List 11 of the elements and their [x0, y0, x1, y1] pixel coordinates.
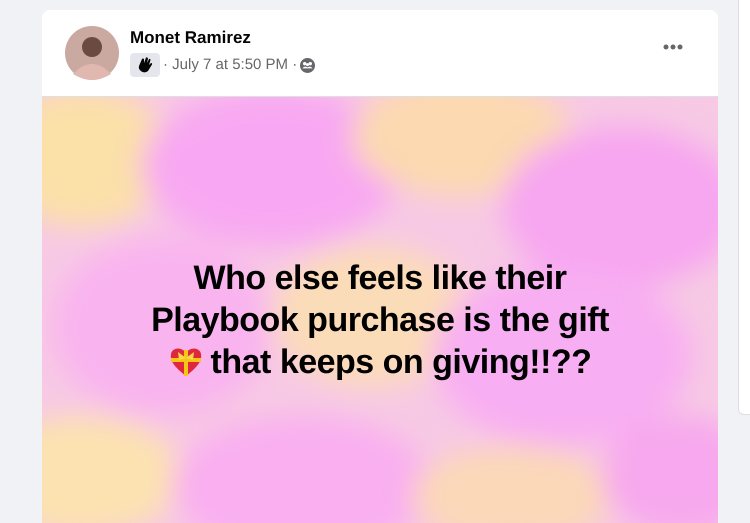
gift-heart-icon: [168, 346, 203, 378]
more-options-icon[interactable]: [663, 44, 683, 50]
post-timestamp[interactable]: · July 7 at 5:50 PM ·: [163, 55, 298, 75]
caption-line: that keeps on giving!!??: [210, 342, 592, 383]
avatar[interactable]: [65, 26, 119, 80]
friends-audience-icon[interactable]: [300, 58, 316, 72]
caption-line: Who else feels like their: [194, 258, 566, 299]
caption-line: Playbook purchase is the gift: [151, 300, 609, 341]
waving-hand-icon: [136, 56, 154, 74]
author-name[interactable]: Monet Ramirez: [130, 27, 316, 49]
badge[interactable]: [130, 53, 160, 77]
